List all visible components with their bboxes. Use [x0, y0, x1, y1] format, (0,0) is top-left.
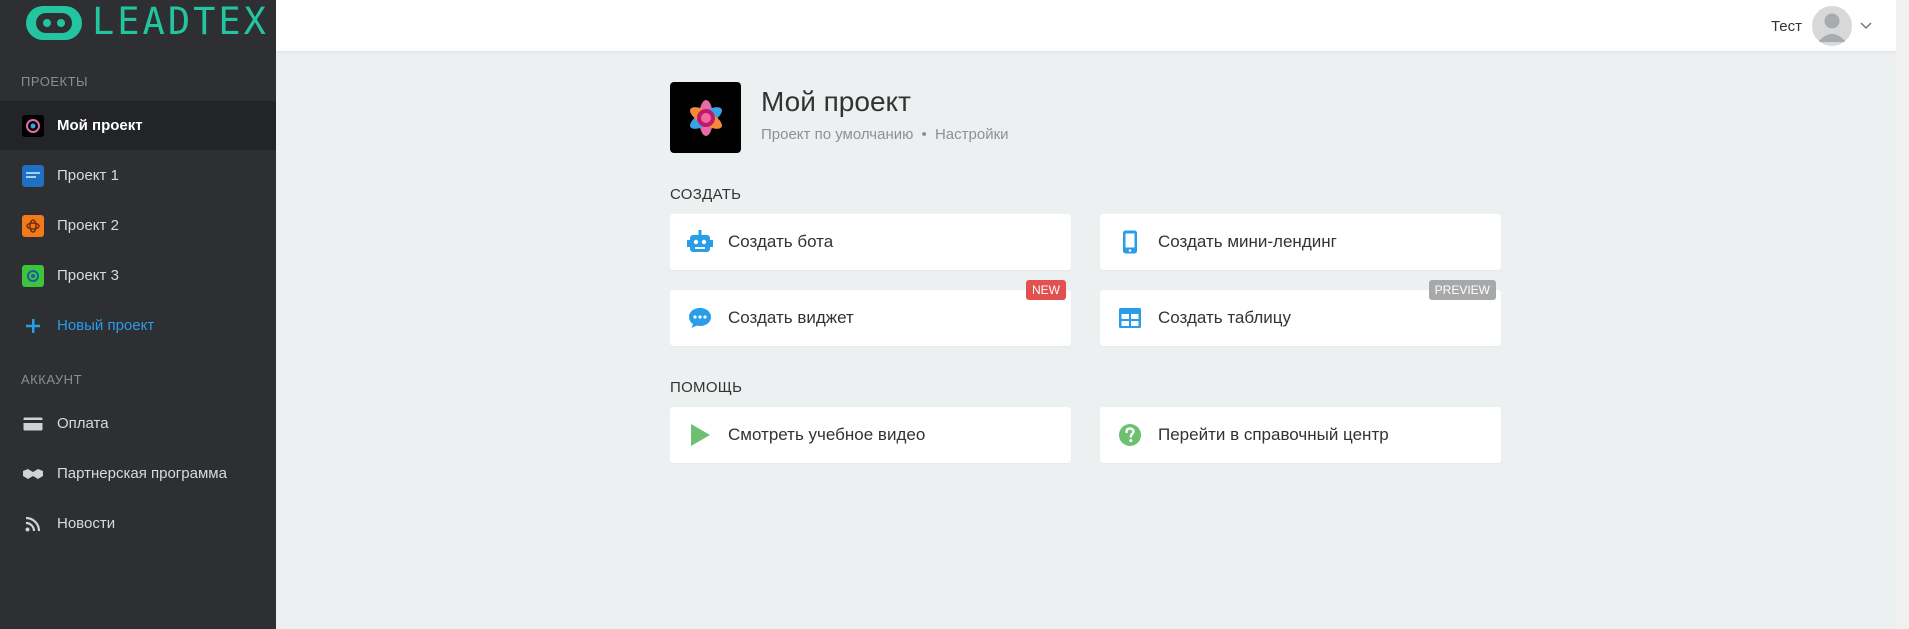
project-3-icon	[22, 264, 44, 287]
account-section-label: АККАУНТ	[21, 372, 83, 387]
chat-icon	[686, 304, 714, 332]
top-header: Тест	[276, 0, 1896, 52]
sidebar-item-label: Проект 2	[57, 217, 119, 234]
project-1-icon	[22, 164, 44, 187]
sidebar-item-label: Партнерская программа	[57, 465, 227, 482]
watch-tutorial-video-button[interactable]: Смотреть учебное видео	[670, 407, 1071, 463]
help-center-button[interactable]: Перейти в справочный центр	[1100, 407, 1501, 463]
phone-icon	[1116, 228, 1144, 256]
sidebar-item-project-2[interactable]: Проект 2	[0, 201, 276, 250]
project-logo	[670, 82, 741, 153]
credit-card-icon	[22, 413, 44, 435]
project-default-text: Проект по умолчанию	[761, 126, 914, 143]
new-badge: NEW	[1026, 280, 1066, 300]
project-2-icon	[22, 214, 44, 237]
sidebar-item-news[interactable]: Новости	[0, 499, 276, 548]
new-project-label: Новый проект	[57, 317, 155, 334]
card-label: Смотреть учебное видео	[728, 425, 926, 444]
handshake-icon	[22, 463, 44, 485]
create-bot-button[interactable]: Создать бота	[670, 214, 1071, 270]
project-info: Мой проект Проект по умолчанию • Настрой…	[761, 82, 1009, 153]
card-label: Создать таблицу	[1158, 308, 1292, 327]
chevron-down-icon[interactable]	[1860, 17, 1872, 35]
sidebar-item-project-1[interactable]: Проект 1	[0, 151, 276, 200]
rss-icon	[22, 513, 44, 535]
sidebar-item-my-project[interactable]: Мой проект	[0, 101, 276, 150]
projects-section-label: ПРОЕКТЫ	[21, 74, 89, 89]
page-title: Мой проект	[761, 86, 911, 117]
user-menu[interactable]: Тест	[1771, 6, 1872, 46]
robot-icon	[686, 228, 714, 256]
new-project-button[interactable]: Новый проект	[0, 301, 276, 350]
sidebar-item-project-3[interactable]: Проект 3	[0, 251, 276, 300]
play-icon	[686, 421, 714, 449]
card-label: Перейти в справочный центр	[1158, 425, 1389, 444]
preview-badge: PREVIEW	[1428, 280, 1496, 300]
help-icon	[1116, 421, 1144, 449]
avatar[interactable]	[1812, 6, 1852, 46]
brand-name: LEADTEX	[92, 0, 269, 43]
separator-dot: •	[921, 126, 927, 143]
sidebar-item-label: Мой проект	[57, 117, 143, 134]
project-flower-icon	[689, 99, 722, 136]
sidebar-item-label: Оплата	[57, 415, 109, 432]
create-widget-button[interactable]: Создать виджет NEW	[670, 280, 1071, 346]
sidebar: LEADTEX ПРОЕКТЫ Мой проект Проект 1 Прое…	[0, 0, 276, 629]
create-section-label: СОЗДАТЬ	[670, 186, 742, 203]
sidebar-item-payment[interactable]: Оплата	[0, 399, 276, 448]
robot-logo-icon	[26, 6, 82, 40]
project-flower-icon	[22, 114, 44, 137]
settings-link[interactable]: Настройки	[935, 126, 1009, 143]
project-header: Мой проект Проект по умолчанию • Настрой…	[670, 82, 1009, 153]
card-label: Создать бота	[728, 232, 834, 251]
card-label: Создать виджет	[728, 308, 854, 327]
sidebar-item-label: Проект 1	[57, 167, 119, 184]
sidebar-item-partner-program[interactable]: Партнерская программа	[0, 449, 276, 498]
help-section-label: ПОМОЩЬ	[670, 379, 743, 396]
card-label: Создать мини-лендинг	[1158, 232, 1337, 251]
project-subtitle: Проект по умолчанию • Настройки	[761, 126, 1009, 143]
plus-icon	[22, 315, 44, 337]
sidebar-item-label: Проект 3	[57, 267, 119, 284]
brand-logo[interactable]: LEADTEX	[24, 0, 269, 44]
create-table-button[interactable]: Создать таблицу PREVIEW	[1100, 280, 1501, 346]
table-icon	[1116, 304, 1144, 332]
user-name: Тест	[1770, 17, 1802, 35]
create-mini-landing-button[interactable]: Создать мини-лендинг	[1100, 214, 1501, 270]
scrollbar[interactable]	[1896, 0, 1909, 629]
sidebar-item-label: Новости	[57, 515, 116, 532]
